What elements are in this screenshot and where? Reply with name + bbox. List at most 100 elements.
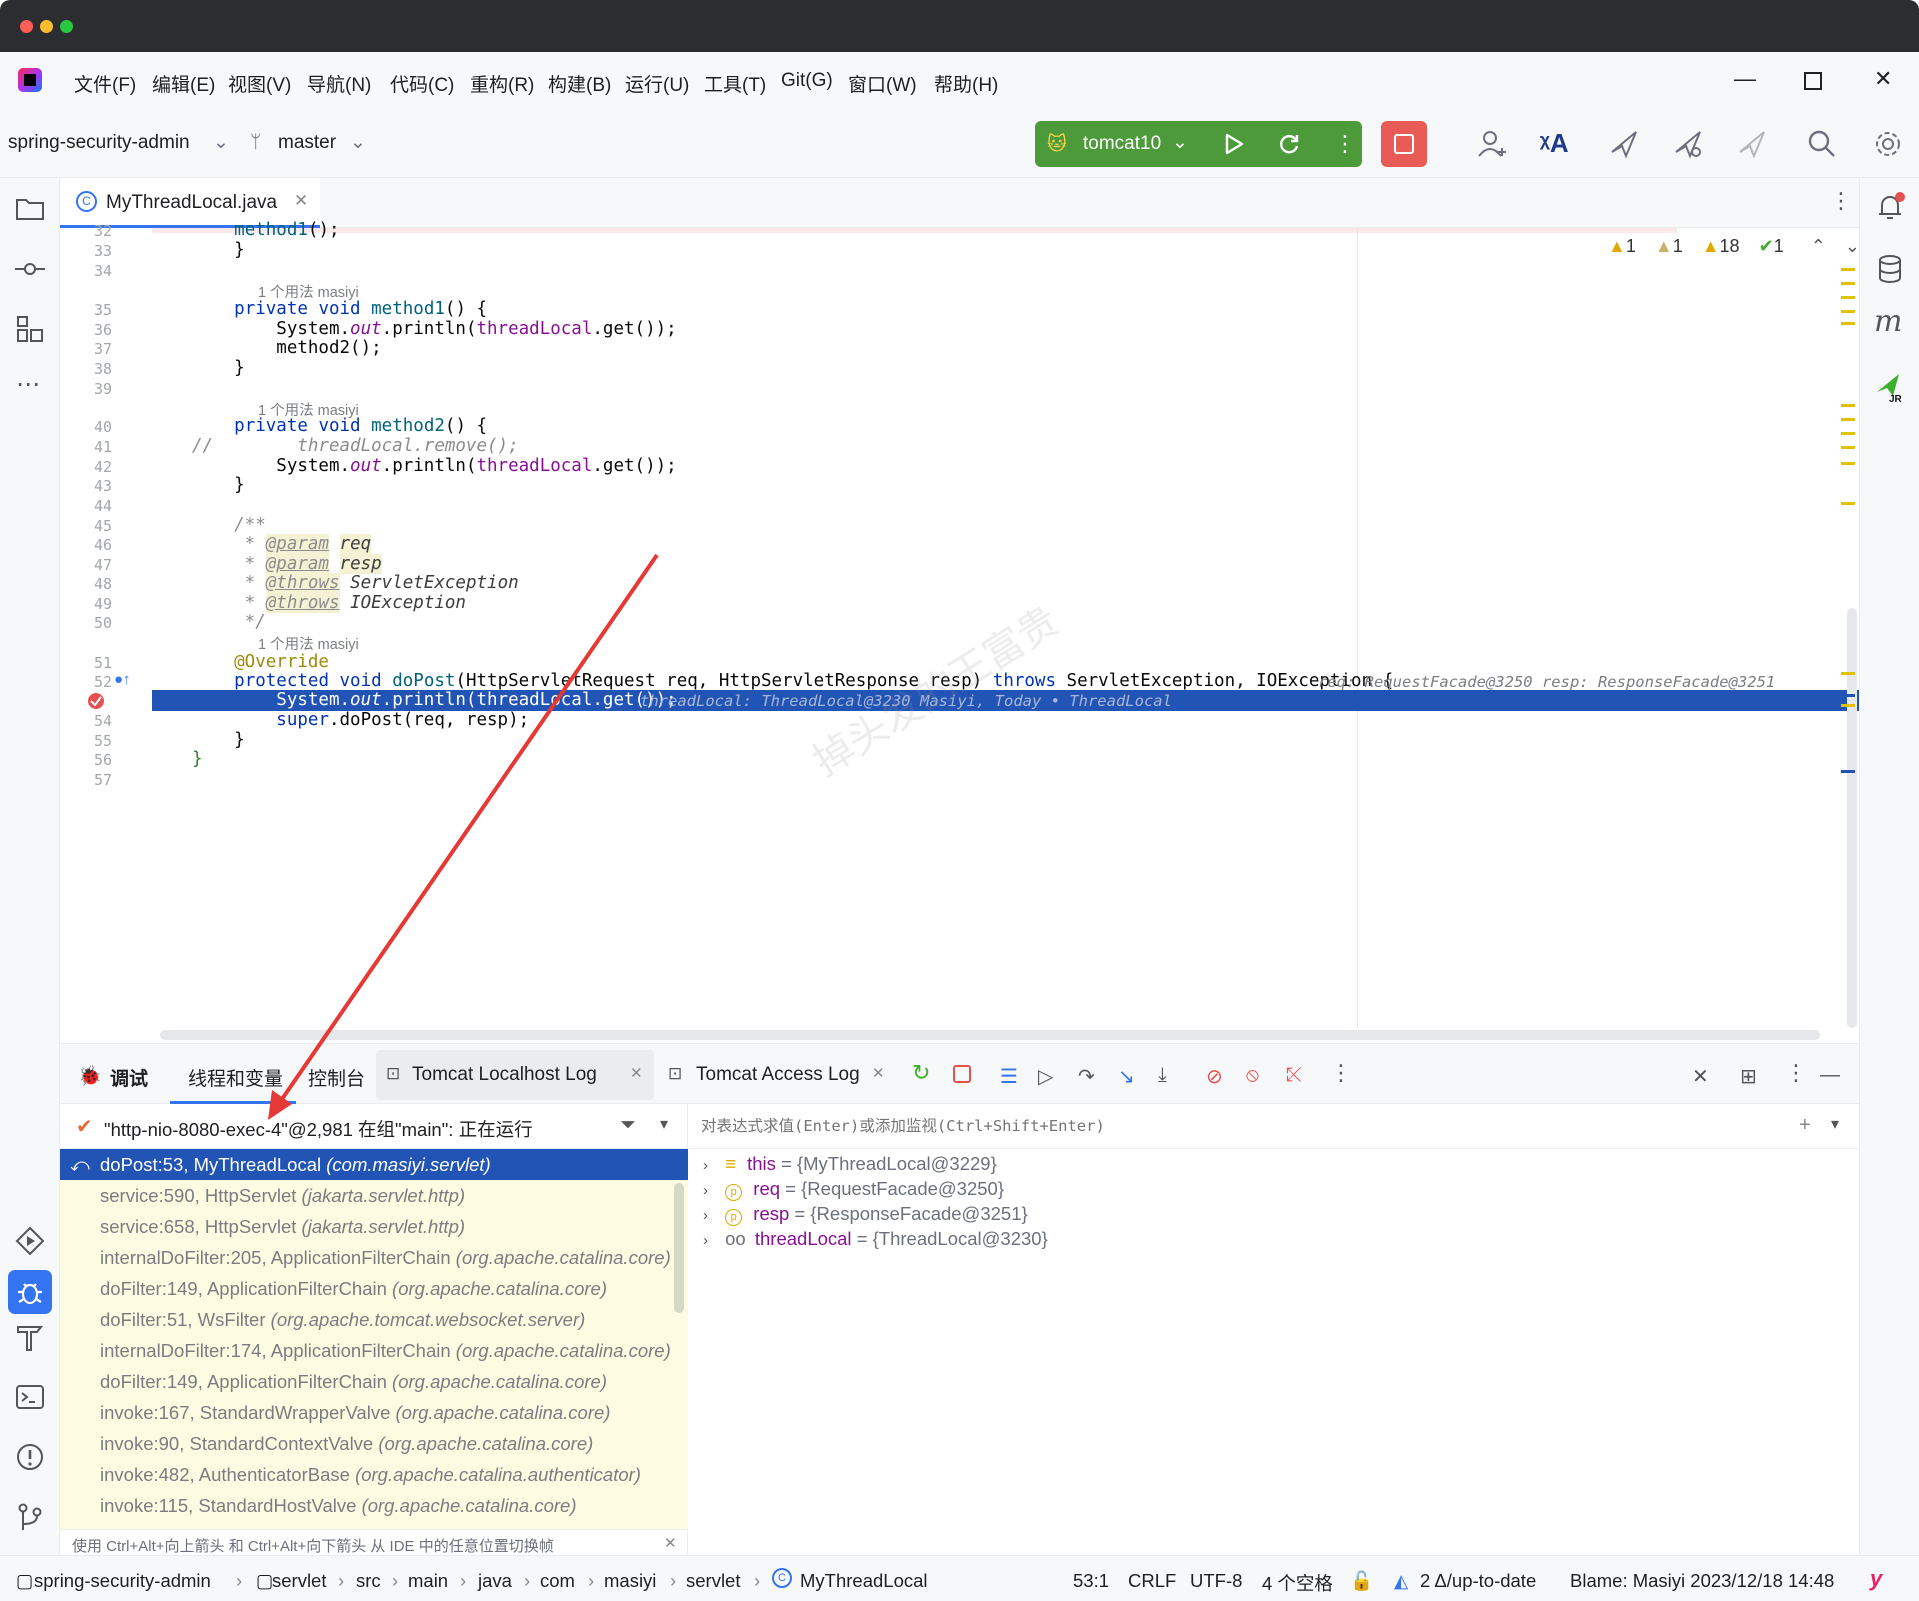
breadcrumb-item[interactable]: java — [478, 1570, 512, 1592]
mute-breakpoints-icon[interactable]: ⦸ — [1246, 1064, 1259, 1087]
deploy-settings-icon[interactable] — [1672, 128, 1704, 160]
vcs-status[interactable]: 2 Δ/up-to-date — [1420, 1570, 1536, 1592]
expand-chevron-icon[interactable]: › — [703, 1182, 708, 1199]
more-vertical-icon[interactable]: ⋮ — [1830, 188, 1852, 214]
debug-tool-button[interactable] — [8, 1270, 52, 1314]
code-editor[interactable]: ▲1 ▲1 ▲18 ✔1 ⌃ ⌄ 32 method1(); 33 } 34 1… — [60, 220, 1860, 1043]
notifications-icon[interactable] — [1873, 190, 1907, 224]
breadcrumb-item[interactable]: MyThreadLocal — [800, 1570, 928, 1592]
error-stripe[interactable] — [1841, 268, 1859, 1028]
usage-hint[interactable]: 1 个用法 masiyi — [258, 633, 359, 654]
tab-tomcat-access-log[interactable]: Tomcat Access Log — [696, 1064, 860, 1086]
resume-icon[interactable]: ▷ — [1038, 1064, 1053, 1089]
chevron-down-icon[interactable]: ▾ — [660, 1114, 668, 1134]
yuque-logo-icon[interactable]: y — [1870, 1566, 1882, 1592]
lock-icon[interactable]: 🔓 — [1350, 1570, 1373, 1592]
expand-chevron-icon[interactable]: › — [703, 1157, 708, 1174]
inspection-widget[interactable]: ▲1 ▲1 ▲18 ✔1 ⌃ ⌄ — [1608, 236, 1860, 257]
expand-chevron-icon[interactable]: › — [703, 1207, 708, 1224]
deploy-icon[interactable] — [1608, 128, 1640, 160]
file-encoding[interactable]: UTF-8 — [1190, 1570, 1242, 1592]
menu-code[interactable]: 代码(C) — [390, 70, 454, 97]
build-hammer-icon[interactable] — [13, 1320, 47, 1354]
variable-row[interactable]: › p req = {RequestFacade@3250} — [703, 1178, 1004, 1201]
chevron-down-icon[interactable]: ⌄ — [1172, 131, 1188, 154]
menu-window[interactable]: 窗口(W) — [848, 70, 917, 97]
frames-list[interactable]: ⤺ doPost:53, MyThreadLocal (com.masiyi.s… — [60, 1149, 688, 1529]
frame-item[interactable]: doFilter:51, WsFilter (org.apache.tomcat… — [60, 1304, 688, 1335]
variable-row[interactable]: › ≡ this = {MyThreadLocal@3229} — [703, 1153, 997, 1175]
menu-view[interactable]: 视图(V) — [228, 70, 291, 97]
chevron-down-icon[interactable]: ⌄ — [213, 131, 229, 154]
close-hint-icon[interactable]: ✕ — [664, 1534, 677, 1552]
step-into-icon[interactable]: ↘ — [1118, 1064, 1135, 1089]
frame-item[interactable]: service:658, HttpServlet (jakarta.servle… — [60, 1211, 688, 1242]
minimize-window-dot[interactable] — [40, 20, 53, 33]
run-config-selector[interactable]: tomcat10 — [1083, 133, 1161, 155]
menu-help[interactable]: 帮助(H) — [934, 70, 998, 97]
horizontal-scrollbar[interactable] — [160, 1030, 1820, 1040]
show-execution-point-icon[interactable]: ☰ — [1000, 1064, 1018, 1089]
menu-file[interactable]: 文件(F) — [74, 70, 136, 97]
close-window-dot[interactable] — [20, 20, 33, 33]
breakpoint-icon[interactable] — [86, 691, 106, 711]
translate-icon[interactable]: ᵡA — [1540, 128, 1569, 159]
hide-panel-icon[interactable]: — — [1820, 1064, 1840, 1087]
add-watch-icon[interactable]: + — [1799, 1114, 1811, 1137]
stop-icon[interactable] — [953, 1065, 971, 1083]
chevron-down-icon[interactable]: ⌄ — [350, 131, 366, 154]
previous-highlight-icon[interactable]: ⌃ — [1811, 236, 1826, 256]
line-separator[interactable]: CRLF — [1128, 1570, 1176, 1592]
maven-icon[interactable]: m — [1874, 304, 1902, 339]
close-tab-icon[interactable]: ✕ — [630, 1064, 643, 1082]
evaluate-expression-input[interactable] — [689, 1104, 1789, 1148]
zoom-window-dot[interactable] — [60, 20, 73, 33]
jrebel-icon[interactable]: JR — [1873, 370, 1907, 404]
rerun-icon[interactable] — [1276, 132, 1302, 158]
frame-item[interactable]: internalDoFilter:174, ApplicationFilterC… — [60, 1335, 688, 1366]
breadcrumb-item[interactable]: com — [540, 1570, 575, 1592]
frame-item[interactable]: service:590, HttpServlet (jakarta.servle… — [60, 1180, 688, 1211]
maximize-icon[interactable] — [1804, 72, 1822, 90]
frames-scrollbar[interactable] — [674, 1183, 684, 1313]
services-icon[interactable] — [13, 1224, 47, 1258]
step-over-icon[interactable]: ↷ — [1078, 1064, 1095, 1089]
menu-refactor[interactable]: 重构(R) — [470, 70, 534, 97]
close-icon[interactable]: ✕ — [1874, 66, 1892, 92]
search-icon[interactable] — [1806, 128, 1838, 160]
run-icon[interactable] — [1222, 132, 1246, 156]
step-out-icon[interactable]: ⤓ — [1158, 1064, 1167, 1087]
tab-tomcat-localhost-log[interactable]: ⊡ Tomcat Localhost Log ✕ — [376, 1050, 654, 1100]
tab-threads-variables[interactable]: 线程和变量 — [188, 1064, 283, 1091]
breadcrumb-item[interactable]: servlet — [686, 1570, 741, 1592]
breadcrumb-item[interactable]: masiyi — [604, 1570, 656, 1592]
more-vertical-icon[interactable]: ⋮ — [1785, 1060, 1807, 1086]
caret-position[interactable]: 53:1 — [1073, 1570, 1109, 1592]
menu-git[interactable]: Git(G) — [781, 70, 833, 92]
structure-icon[interactable] — [13, 312, 47, 346]
variable-row[interactable]: › p resp = {ResponseFacade@3251} — [703, 1203, 1028, 1226]
view-breakpoints-icon[interactable]: ⊘ — [1206, 1064, 1223, 1089]
folder-icon[interactable] — [13, 192, 47, 226]
frame-item[interactable]: invoke:115, StandardHostValve (org.apach… — [60, 1490, 688, 1518]
menu-run[interactable]: 运行(U) — [625, 70, 689, 97]
deploy-disabled-icon[interactable] — [1736, 128, 1768, 160]
commit-icon[interactable] — [13, 252, 47, 286]
chevron-down-icon[interactable]: ▾ — [1831, 1114, 1839, 1134]
minimize-icon[interactable]: — — [1734, 66, 1756, 92]
filter-icon[interactable]: ⏷ — [620, 1114, 636, 1137]
menu-edit[interactable]: 编辑(E) — [152, 70, 215, 97]
menu-build[interactable]: 构建(B) — [548, 70, 611, 97]
frame-item[interactable]: doFilter:149, ApplicationFilterChain (or… — [60, 1273, 688, 1304]
breadcrumb-item[interactable]: src — [356, 1570, 381, 1592]
menu-navigate[interactable]: 导航(N) — [307, 70, 371, 97]
tab-console[interactable]: 控制台 — [308, 1064, 365, 1091]
git-icon[interactable] — [13, 1500, 47, 1534]
variable-row[interactable]: › oo threadLocal = {ThreadLocal@3230} — [703, 1228, 1048, 1250]
next-highlight-icon[interactable]: ⌄ — [1845, 236, 1860, 256]
branch-selector[interactable]: master — [278, 132, 336, 154]
frame-item[interactable]: doFilter:149, ApplicationFilterChain (or… — [60, 1366, 688, 1397]
close-tab-icon[interactable]: ✕ — [294, 191, 308, 211]
database-icon[interactable] — [1873, 252, 1907, 286]
indent-setting[interactable]: 4 个空格 — [1262, 1570, 1333, 1596]
